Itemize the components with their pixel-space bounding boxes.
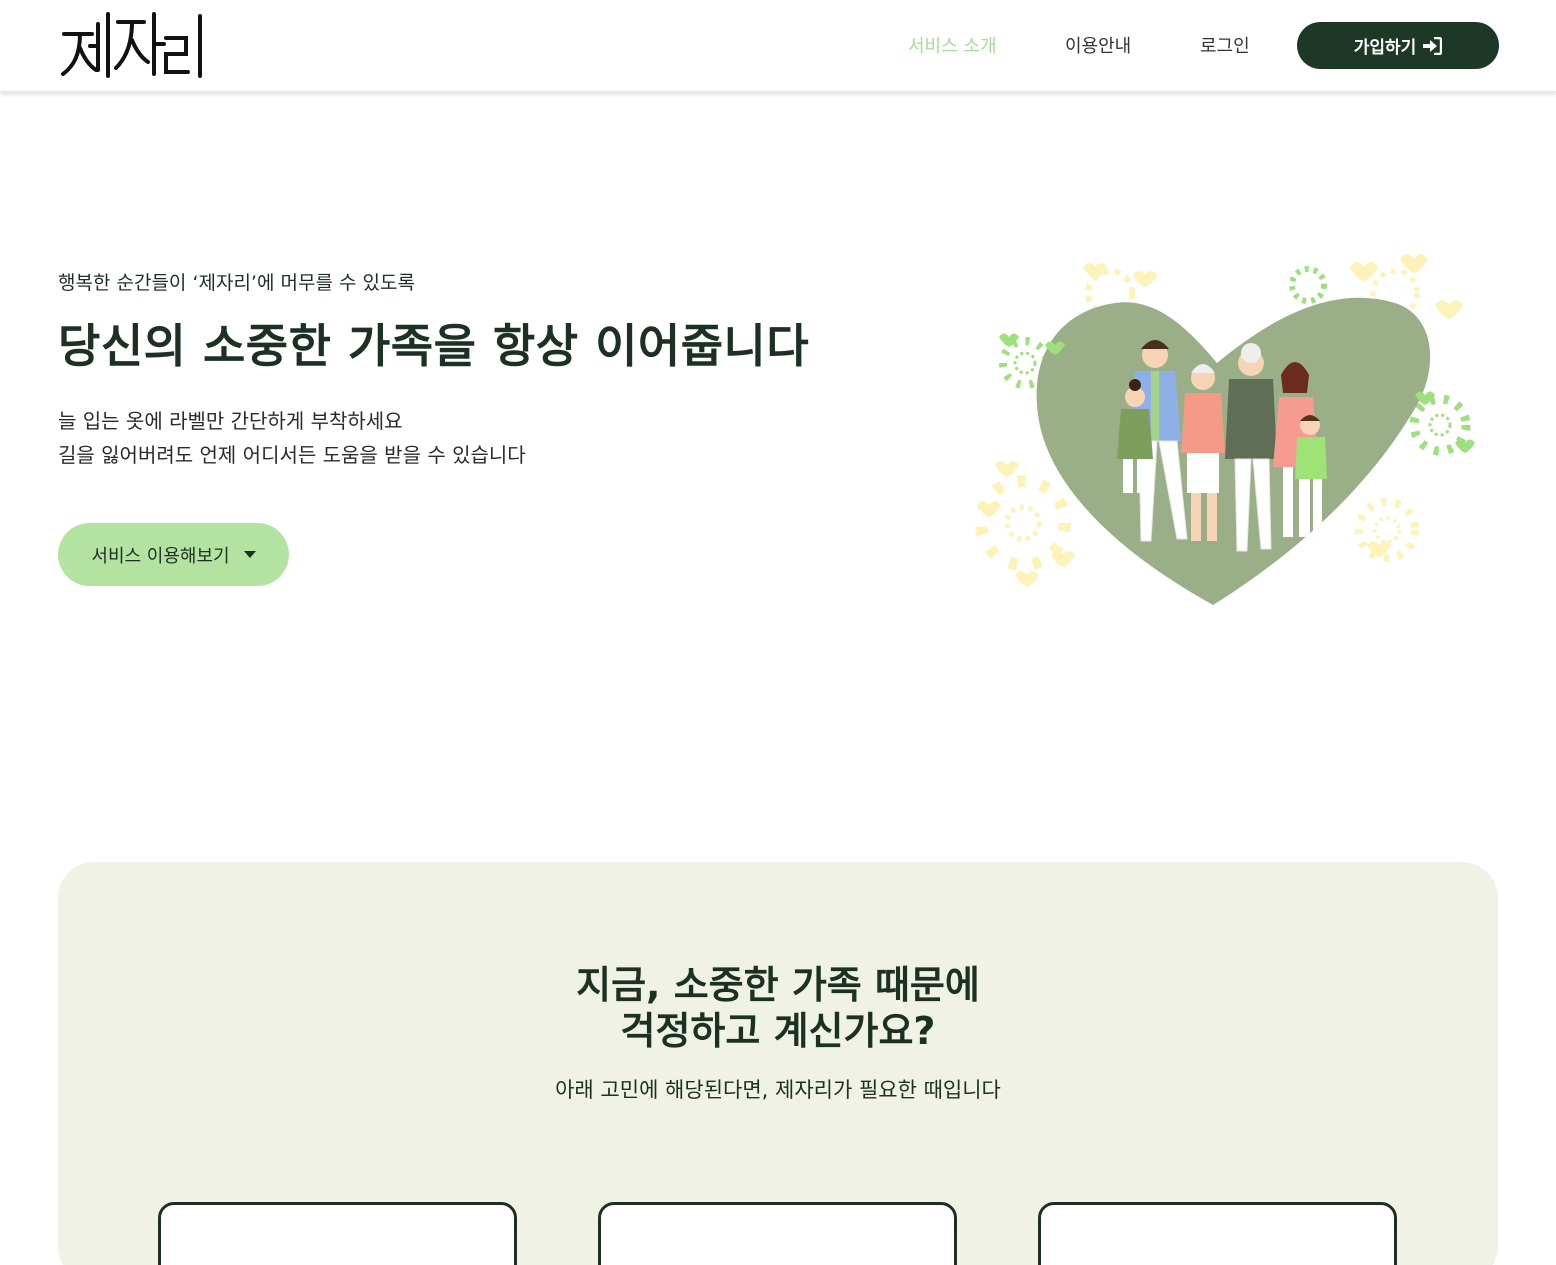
worry-card-3 <box>1038 1202 1397 1265</box>
logo[interactable] <box>60 8 210 82</box>
worry-card-1 <box>158 1202 517 1265</box>
caret-down-icon <box>243 551 256 558</box>
hero-desc-line-1: 늘 입는 옷에 라벨만 간단하게 부착하세요 <box>58 409 403 433</box>
decor-flower-top-center-green <box>1289 266 1327 304</box>
worry-section: 지금, 소중한 가족 때문에 걱정하고 계신가요? 아래 고민에 해당된다면, … <box>58 862 1498 1265</box>
signup-label: 가입하기 <box>1353 38 1417 58</box>
signup-button[interactable]: 가입하기 <box>1297 22 1499 69</box>
family-heart-illustration <box>975 254 1475 605</box>
worry-title-line-1: 지금, 소중한 가족 때문에 <box>576 963 980 1007</box>
card-icon-partial <box>353 1260 393 1265</box>
hero-description: 늘 입는 옷에 라벨만 간단하게 부착하세요 길을 잃어버려도 언제 어디서든 … <box>58 404 526 472</box>
worry-title: 지금, 소중한 가족 때문에 걱정하고 계신가요? <box>58 962 1498 1054</box>
hero-title: 당신의 소중한 가족을 항상 이어줍니다 <box>58 319 810 373</box>
site-header: 서비스 소개 이용안내 로그인 가입하기 <box>0 0 1556 92</box>
worry-subtitle: 아래 고민에 해당된다면, 제자리가 필요한 때입니다 <box>555 1078 1001 1102</box>
nav-service-intro[interactable]: 서비스 소개 <box>908 32 997 58</box>
hero-desc-line-2: 길을 잃어버려도 언제 어디서든 도움을 받을 수 있습니다 <box>58 443 526 467</box>
worry-title-line-2: 걱정하고 계신가요? <box>620 1009 936 1053</box>
decor-flower-bottom-left <box>975 475 1071 571</box>
sign-in-icon <box>1423 36 1443 55</box>
nav-login[interactable]: 로그인 <box>1200 32 1250 58</box>
nav-guide[interactable]: 이용안내 <box>1065 32 1131 58</box>
try-service-label: 서비스 이용해보기 <box>91 545 230 567</box>
try-service-button[interactable]: 서비스 이용해보기 <box>58 523 289 586</box>
logo-wordmark <box>61 12 202 78</box>
hero-eyebrow: 행복한 순간들이 ‘제자리’에 머무를 수 있도록 <box>58 272 415 294</box>
worry-card-2 <box>598 1202 957 1265</box>
